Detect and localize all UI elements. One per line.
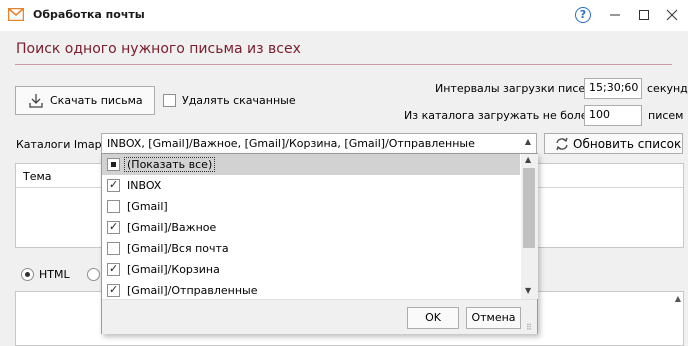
folder-label: [Gmail]/Отправленные	[127, 284, 258, 297]
folder-label: [Gmail]/Корзина	[127, 263, 220, 276]
folder-checkbox[interactable]	[107, 158, 120, 171]
refresh-icon	[555, 137, 569, 154]
scrollbar-thumb[interactable]	[523, 168, 535, 248]
intervals-unit: секунд	[647, 82, 688, 95]
help-icon[interactable]: ?	[575, 7, 591, 23]
max-load-unit: писем	[648, 109, 684, 122]
max-load-input[interactable]: 100	[584, 105, 642, 126]
resize-grip-icon[interactable]: ⠿	[526, 323, 536, 333]
folder-label: [Gmail]/Важное	[127, 221, 217, 234]
refresh-list-label: Обновить список	[573, 137, 682, 151]
refresh-list-button[interactable]: Обновить список	[544, 133, 683, 154]
dropdown-footer: OK Отмена ⠿	[102, 299, 537, 334]
folder-item-important[interactable]: ✓ [Gmail]/Важное	[102, 217, 520, 238]
folder-label: [Gmail]	[127, 200, 168, 213]
intervals-label: Интервалы загрузки писем:	[435, 82, 598, 95]
folder-item-inbox[interactable]: ✓ INBOX	[102, 175, 520, 196]
ok-button-label: OK	[425, 311, 441, 324]
intervals-input[interactable]: 15;30;60	[584, 78, 642, 99]
checkmark-icon: ✓	[109, 262, 119, 275]
checkmark-icon: ✓	[109, 178, 119, 191]
folder-item-show-all[interactable]: (Показать все)	[102, 154, 520, 175]
scroll-up-icon[interactable]: ▲	[525, 155, 531, 164]
imap-folders-value: INBOX, [Gmail]/Важное, [Gmail]/Корзина, …	[107, 137, 475, 150]
folder-checkbox[interactable]	[107, 242, 120, 255]
folder-item-sent[interactable]: ✓ [Gmail]/Отправленные	[102, 280, 520, 299]
format-html-label: HTML	[39, 268, 70, 281]
title-bar: Обработка почты ?	[0, 0, 688, 31]
close-button[interactable]	[662, 6, 682, 24]
scroll-up-icon[interactable]: ▲	[675, 294, 681, 303]
imap-folders-label: Каталоги Imap:	[16, 138, 106, 151]
format-text-radio[interactable]	[87, 268, 100, 281]
minimize-button[interactable]	[605, 6, 625, 24]
download-icon	[29, 93, 43, 111]
ok-button[interactable]: OK	[407, 307, 459, 329]
folder-list: (Показать все) ✓ INBOX [Gmail] ✓ [Gmail]…	[102, 154, 520, 299]
folder-list-scrollbar[interactable]: ▲ ▼	[521, 154, 538, 299]
folder-item-trash[interactable]: ✓ [Gmail]/Корзина	[102, 259, 520, 280]
delete-downloaded-checkbox[interactable]	[163, 94, 176, 107]
checkmark-icon: ✓	[109, 220, 119, 233]
folder-checkbox[interactable]	[107, 200, 120, 213]
folder-item-all-mail[interactable]: [Gmail]/Вся почта	[102, 238, 520, 259]
folder-item-gmail[interactable]: [Gmail]	[102, 196, 520, 217]
page-title: Поиск одного нужного письма из всех	[16, 41, 301, 57]
scroll-down-icon[interactable]: ▼	[525, 286, 531, 295]
envelope-icon	[7, 7, 25, 24]
folder-label: [Gmail]/Вся почта	[127, 242, 229, 255]
column-header-subject[interactable]: Тема	[23, 170, 52, 183]
folder-checkbox[interactable]: ✓	[107, 262, 120, 276]
download-button[interactable]: Скачать письма	[15, 86, 155, 115]
title-divider	[15, 64, 672, 65]
checkmark-icon: ✓	[109, 283, 119, 296]
imap-folders-dropdown: (Показать все) ✓ INBOX [Gmail] ✓ [Gmail]…	[101, 153, 538, 334]
download-button-label: Скачать письма	[50, 94, 143, 107]
max-load-label: Из каталога загружать не более:	[404, 109, 599, 122]
imap-folders-combo[interactable]: INBOX, [Gmail]/Важное, [Gmail]/Корзина, …	[101, 133, 537, 154]
chevron-up-icon[interactable]: ▲	[525, 137, 531, 146]
folder-label: (Показать все)	[124, 157, 216, 172]
format-html-radio[interactable]	[21, 268, 34, 281]
cancel-button[interactable]: Отмена	[466, 307, 521, 329]
radio-selected-dot	[25, 272, 30, 277]
folder-checkbox[interactable]: ✓	[107, 178, 120, 192]
maximize-button[interactable]	[634, 6, 654, 24]
folder-checkbox[interactable]: ✓	[107, 283, 120, 297]
partial-check-icon	[111, 162, 116, 167]
window-title: Обработка почты	[33, 8, 145, 21]
folder-label: INBOX	[127, 179, 162, 192]
folder-checkbox[interactable]: ✓	[107, 220, 120, 234]
cancel-button-label: Отмена	[471, 311, 516, 324]
delete-downloaded-label: Удалять скачанные	[182, 94, 296, 107]
